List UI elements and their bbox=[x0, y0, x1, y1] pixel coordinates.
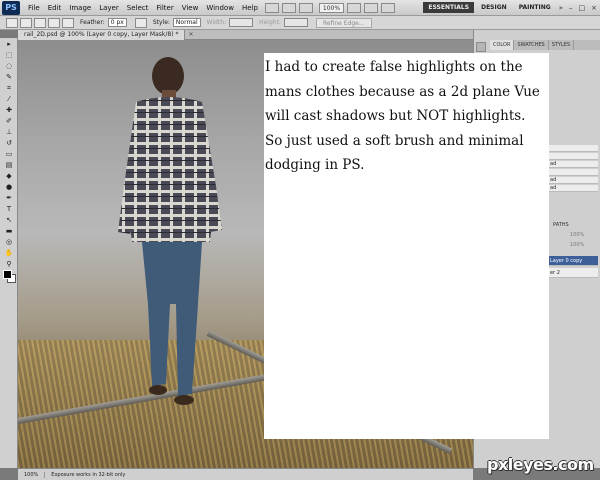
layer-row-selected[interactable]: Layer 0 copy bbox=[548, 256, 598, 266]
zoom-level-select[interactable]: 100% bbox=[318, 2, 345, 13]
maximize-button[interactable]: □ bbox=[576, 4, 589, 12]
adjustment-row[interactable]: ad bbox=[548, 185, 598, 192]
arrange-documents-icon[interactable] bbox=[381, 2, 396, 13]
color-panel-tabs: COLOR SWATCHES STYLES bbox=[490, 40, 600, 50]
healing-brush-tool-icon[interactable]: ✚ bbox=[2, 106, 16, 115]
brush-tool-icon[interactable]: ✐ bbox=[2, 117, 16, 126]
history-brush-tool-icon[interactable]: ↺ bbox=[2, 139, 16, 148]
document-tab[interactable]: rail_2D.psd @ 100% (Layer 0 copy, Layer … bbox=[18, 29, 186, 40]
opacity-value[interactable]: 100% bbox=[570, 232, 584, 238]
zoom-tool-icon[interactable]: ⚲ bbox=[2, 260, 16, 269]
feather-input[interactable]: 0 px bbox=[107, 18, 127, 27]
anti-alias-checkbox[interactable] bbox=[134, 17, 147, 28]
crop-tool-icon[interactable]: ⌗ bbox=[2, 84, 16, 93]
lasso-tool-icon[interactable]: ◌ bbox=[2, 62, 16, 71]
blur-tool-icon[interactable]: ◆ bbox=[2, 172, 16, 181]
menu-view[interactable]: View bbox=[178, 4, 203, 12]
extras-icon[interactable] bbox=[298, 2, 313, 13]
annotation-box: I had to create false highlights on the … bbox=[264, 53, 549, 439]
adjustment-row[interactable]: ad bbox=[548, 177, 598, 184]
adjustment-row[interactable]: ad bbox=[548, 161, 598, 168]
walking-man-figure bbox=[118, 57, 222, 405]
quick-selection-tool-icon[interactable]: ✎ bbox=[2, 73, 16, 82]
subtract-selection-icon[interactable] bbox=[48, 17, 60, 28]
bridge-icon[interactable] bbox=[264, 2, 279, 13]
hand-tool-icon[interactable] bbox=[347, 2, 362, 13]
hand-tool-icon[interactable]: ✋ bbox=[2, 249, 16, 258]
minimize-button[interactable]: – bbox=[566, 4, 576, 12]
tab-styles[interactable]: STYLES bbox=[549, 40, 575, 50]
workspace-more-button[interactable]: » bbox=[556, 4, 566, 12]
zoom-tool-icon[interactable] bbox=[364, 2, 379, 13]
new-selection-icon[interactable] bbox=[20, 17, 32, 28]
adjustment-row[interactable] bbox=[548, 169, 598, 176]
tab-swatches[interactable]: SWATCHES bbox=[514, 40, 549, 50]
dodge-tool-icon[interactable]: ● bbox=[2, 183, 16, 192]
fill-value[interactable]: 100% bbox=[570, 242, 584, 248]
close-button[interactable]: × bbox=[588, 4, 600, 12]
layer-row[interactable]: er 2 bbox=[548, 268, 598, 278]
menu-edit[interactable]: Edit bbox=[44, 4, 66, 12]
shape-tool-icon[interactable]: ▬ bbox=[2, 227, 16, 236]
history-panel-icon[interactable] bbox=[476, 42, 486, 52]
width-input[interactable] bbox=[229, 18, 254, 27]
feather-label: Feather: bbox=[80, 19, 105, 26]
type-tool-icon[interactable]: T bbox=[2, 205, 16, 214]
move-tool-icon[interactable]: ▸ bbox=[2, 40, 16, 49]
workspace-essentials[interactable]: ESSENTIALS bbox=[423, 2, 475, 13]
document-tab-bar: rail_2D.psd @ 100% (Layer 0 copy, Layer … bbox=[18, 29, 473, 40]
menu-help[interactable]: Help bbox=[238, 4, 262, 12]
clone-stamp-tool-icon[interactable]: ⊥ bbox=[2, 128, 16, 137]
workspace-design[interactable]: DESIGN bbox=[476, 2, 512, 13]
adjustment-row[interactable] bbox=[548, 145, 598, 152]
style-select[interactable]: Normal bbox=[172, 18, 201, 27]
options-bar: Feather: 0 px Style: Normal Width: Heigh… bbox=[0, 16, 600, 30]
intersect-selection-icon[interactable] bbox=[62, 17, 74, 28]
marquee-tool-preset-icon[interactable] bbox=[6, 17, 18, 28]
style-label: Style: bbox=[152, 19, 170, 26]
height-input[interactable] bbox=[283, 18, 308, 27]
menu-layer[interactable]: Layer bbox=[95, 4, 123, 12]
tools-panel: ▸ ⬚ ◌ ✎ ⌗ ⁄ ✚ ✐ ⊥ ↺ ▭ ▤ ◆ ● ✒ T ↖ ▬ ◎ ✋ … bbox=[0, 38, 18, 468]
photoshop-logo: PS bbox=[2, 0, 20, 15]
eyedropper-tool-icon[interactable]: ⁄ bbox=[2, 95, 16, 104]
menu-bar: PS File Edit Image Layer Select Filter V… bbox=[0, 0, 600, 16]
menu-select[interactable]: Select bbox=[123, 4, 153, 12]
eraser-tool-icon[interactable]: ▭ bbox=[2, 150, 16, 159]
width-label: Width: bbox=[206, 19, 227, 26]
menu-filter[interactable]: Filter bbox=[152, 4, 177, 12]
add-selection-icon[interactable] bbox=[34, 17, 46, 28]
status-message: Exposure works in 32-bit only bbox=[51, 471, 126, 478]
mini-bridge-icon[interactable] bbox=[281, 2, 296, 13]
3d-rotate-tool-icon[interactable]: ◎ bbox=[2, 238, 16, 247]
path-selection-tool-icon[interactable]: ↖ bbox=[2, 216, 16, 225]
height-label: Height: bbox=[259, 19, 281, 26]
workspace-painting[interactable]: PAINTING bbox=[514, 2, 556, 13]
menu-image[interactable]: Image bbox=[65, 4, 95, 12]
paths-tab[interactable]: PATHS bbox=[553, 222, 569, 228]
pen-tool-icon[interactable]: ✒ bbox=[2, 194, 16, 203]
site-watermark: pxleyes.com bbox=[487, 455, 594, 474]
menu-file[interactable]: File bbox=[24, 4, 44, 12]
marquee-tool-icon[interactable]: ⬚ bbox=[2, 51, 16, 60]
foreground-color-swatch[interactable] bbox=[3, 270, 12, 279]
document-close-icon[interactable]: × bbox=[188, 31, 193, 38]
adjustment-row[interactable] bbox=[548, 153, 598, 160]
gradient-tool-icon[interactable]: ▤ bbox=[2, 161, 16, 170]
status-zoom[interactable]: 100% bbox=[18, 471, 46, 478]
tab-color[interactable]: COLOR bbox=[490, 40, 515, 50]
annotation-text: I had to create false highlights on the … bbox=[265, 59, 540, 173]
status-bar: 100% Exposure works in 32-bit only bbox=[18, 468, 473, 480]
refine-edge-button[interactable]: Refine Edge... bbox=[315, 17, 372, 28]
menu-window[interactable]: Window bbox=[202, 4, 238, 12]
